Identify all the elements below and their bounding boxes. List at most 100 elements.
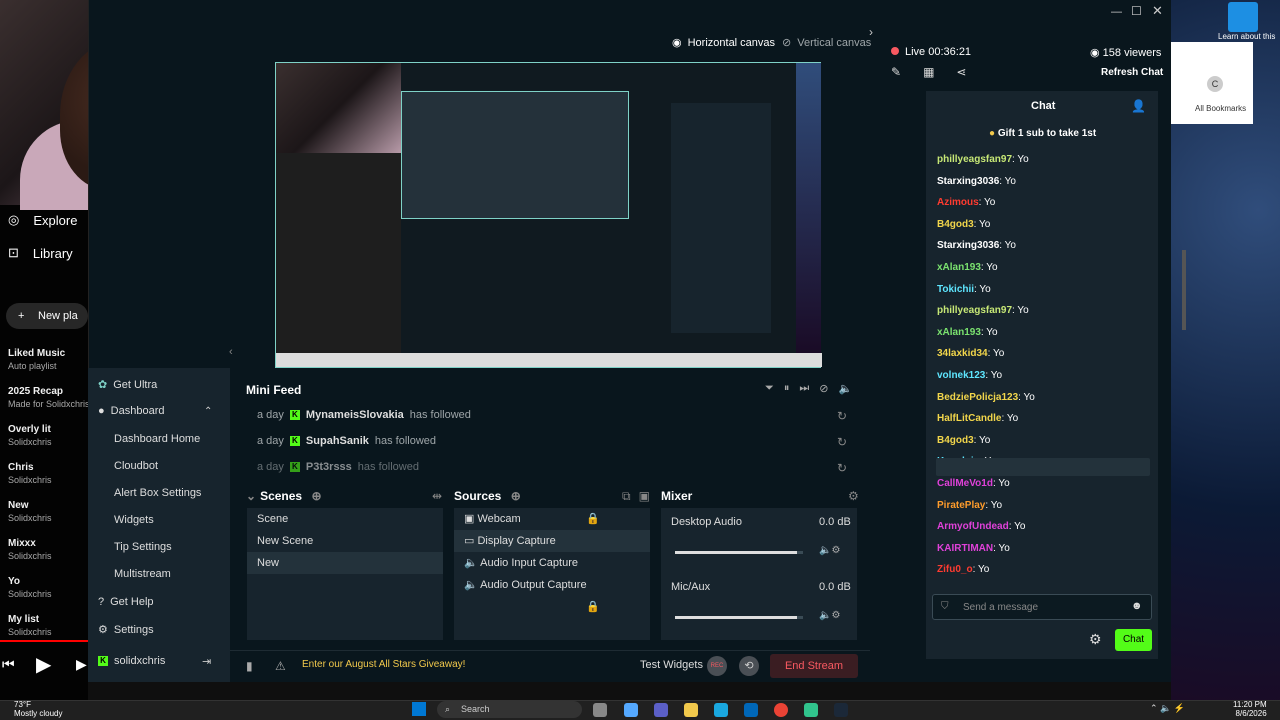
nav-get-ultra[interactable]: ✿ Get Ultra bbox=[98, 378, 157, 392]
gift-sub-banner[interactable]: ● Gift 1 sub to take 1st bbox=[989, 128, 1096, 139]
clip-icon[interactable]: ▦ bbox=[923, 65, 934, 79]
chat-username[interactable]: Zifu0_o bbox=[937, 564, 973, 575]
chat-username[interactable]: phillyeagsfan97 bbox=[937, 305, 1012, 316]
mute-alerts-icon[interactable]: ⊘ bbox=[819, 382, 828, 395]
nav-settings[interactable]: ⚙ Settings bbox=[98, 623, 154, 637]
chat-username[interactable]: BedziePolicja123 bbox=[937, 392, 1018, 403]
tab-vertical-canvas[interactable]: ⊘ Vertical canvas bbox=[782, 36, 871, 50]
playlist-item[interactable]: Liked Music Auto playlist bbox=[8, 348, 65, 371]
end-stream-button[interactable]: End Stream bbox=[770, 654, 858, 678]
pause-icon[interactable]: ⏸ bbox=[784, 382, 790, 395]
chat-username[interactable]: B4god3 bbox=[937, 435, 974, 446]
chat-send-button[interactable]: Chat bbox=[1115, 629, 1152, 651]
share-icon[interactable]: ⋖ bbox=[956, 65, 966, 79]
volume-icon[interactable]: 🔈 bbox=[838, 382, 852, 395]
filter-icon[interactable]: ⏷ bbox=[765, 382, 774, 395]
chat-username[interactable]: HalfLitCandle bbox=[937, 413, 1001, 424]
playback-progress[interactable] bbox=[0, 640, 88, 642]
tray-icons[interactable]: ⌃ 🔈 ⚡ bbox=[1150, 703, 1185, 714]
rec-button[interactable]: REC bbox=[707, 656, 727, 676]
chat-username[interactable]: Starxing3036 bbox=[937, 240, 999, 251]
nav-dashboard-home[interactable]: Dashboard Home bbox=[114, 433, 200, 445]
maximize-icon[interactable]: ☐ bbox=[1131, 4, 1142, 18]
chat-users-icon[interactable]: 👤 bbox=[1131, 99, 1146, 113]
skip-icon[interactable]: ⏭ bbox=[799, 382, 809, 395]
nav-user[interactable]: Ksolidxchris bbox=[98, 655, 165, 667]
mixer-settings-icon[interactable]: ⚙ bbox=[848, 489, 859, 503]
scene-item[interactable]: Scene bbox=[247, 508, 443, 530]
windows-start-icon[interactable] bbox=[412, 702, 426, 716]
chat-username[interactable]: ArmyofUndead bbox=[937, 521, 1009, 532]
source-audio-output[interactable]: 🔈 Audio Output Capture 🔒 bbox=[454, 574, 650, 613]
scene-item-selected[interactable]: New bbox=[247, 552, 443, 574]
taskbar-search[interactable]: ⌕ Search bbox=[437, 701, 582, 718]
edge-icon[interactable] bbox=[714, 703, 728, 717]
previous-icon[interactable]: ⏮ bbox=[2, 656, 15, 673]
playlist-item[interactable]: New Solidxchris bbox=[8, 500, 52, 523]
nav-dashboard[interactable]: ● Dashboard bbox=[98, 405, 164, 417]
chat-username[interactable]: 34laxkid34 bbox=[937, 348, 988, 359]
nav-widgets[interactable]: Widgets bbox=[114, 514, 154, 526]
stream-preview[interactable] bbox=[275, 62, 822, 368]
chat-username[interactable]: Azimous bbox=[937, 197, 979, 208]
giveaway-link[interactable]: Enter our August All Stars Giveaway! bbox=[302, 659, 465, 670]
add-source-icon[interactable]: ⊕ bbox=[511, 489, 521, 503]
weather-widget[interactable]: 73°F Mostly cloudy bbox=[14, 700, 62, 718]
steam-icon[interactable] bbox=[834, 703, 848, 717]
mute-icon[interactable]: 🔈⚙ bbox=[819, 545, 840, 556]
nav-alert-box-settings[interactable]: Alert Box Settings bbox=[114, 487, 201, 499]
chevron-up-icon[interactable]: ⌃ bbox=[204, 406, 212, 417]
volume-slider[interactable] bbox=[675, 616, 803, 619]
playlist-item[interactable]: Yo Solidxchris bbox=[8, 576, 52, 599]
close-icon[interactable]: ✕ bbox=[1152, 3, 1163, 19]
playlist-item[interactable]: My list Solidxchris bbox=[8, 614, 52, 637]
chat-username[interactable]: xAlan193 bbox=[937, 327, 981, 338]
tab-horizontal-canvas[interactable]: ◉ Horizontal canvas bbox=[672, 36, 775, 50]
minimize-icon[interactable]: — bbox=[1111, 6, 1122, 18]
source-audio-input[interactable]: 🔈 Audio Input Capture bbox=[454, 552, 650, 574]
chat-username[interactable]: phillyeagsfan97 bbox=[937, 154, 1012, 165]
edit-icon[interactable]: ✎ bbox=[891, 65, 901, 79]
chat-username[interactable]: B4god3 bbox=[937, 219, 974, 230]
playlist-item[interactable]: 2025 Recap Made for Solidxchris bbox=[8, 386, 90, 409]
stats-icon[interactable]: ▮ bbox=[246, 659, 253, 673]
streamlabs-icon[interactable] bbox=[804, 703, 818, 717]
chat-username[interactable]: CallMeVo1d bbox=[937, 478, 993, 489]
chat-scrollbar[interactable] bbox=[1182, 250, 1186, 330]
logout-icon[interactable]: ⇥ bbox=[202, 655, 211, 668]
replay-icon[interactable]: ↻ bbox=[837, 435, 847, 449]
picture-info-icon[interactable] bbox=[1228, 2, 1258, 32]
task-view-icon[interactable] bbox=[593, 703, 607, 717]
teams-icon[interactable] bbox=[654, 703, 668, 717]
all-bookmarks[interactable]: All Bookmarks bbox=[1195, 104, 1246, 113]
source-webcam[interactable]: ▣ Webcam 🔒 bbox=[454, 508, 650, 530]
scene-item[interactable]: New Scene bbox=[247, 530, 443, 552]
next-icon[interactable]: ▶ bbox=[76, 656, 87, 673]
volume-slider[interactable] bbox=[675, 551, 803, 554]
chat-username[interactable]: PiratePlay bbox=[937, 500, 985, 511]
store-icon[interactable] bbox=[744, 703, 758, 717]
playlist-item[interactable]: Chris Solidxchris bbox=[8, 462, 52, 485]
folder-icon[interactable]: ▣ bbox=[639, 489, 650, 504]
replay-buffer-icon[interactable]: ⟲ bbox=[739, 656, 759, 676]
play-icon[interactable]: ▶ bbox=[36, 652, 51, 677]
chrome-icon[interactable] bbox=[774, 703, 788, 717]
chat-username[interactable]: volnek123 bbox=[937, 370, 985, 381]
chat-username[interactable]: KAIRTIMAN bbox=[937, 543, 993, 554]
playlist-item[interactable]: Mixxx Solidxchris bbox=[8, 538, 52, 561]
profile-avatar[interactable]: C bbox=[1207, 76, 1223, 92]
nav-get-help[interactable]: ? Get Help bbox=[98, 596, 154, 608]
replay-icon[interactable]: ↻ bbox=[837, 461, 847, 475]
chat-username[interactable]: xAlan193 bbox=[937, 262, 981, 273]
chat-username[interactable]: Tokichii bbox=[937, 284, 974, 295]
clock[interactable]: 11:20 PM 8/6/2026 bbox=[1233, 700, 1267, 718]
chat-input[interactable]: ⛉ Send a message ☻ bbox=[932, 594, 1152, 620]
transitions-icon[interactable]: ⇹ bbox=[432, 489, 442, 503]
copilot-icon[interactable] bbox=[624, 703, 638, 717]
collapse-chevron-icon[interactable]: ‹ bbox=[229, 346, 233, 358]
emoji-icon[interactable]: ☻ bbox=[1131, 600, 1143, 612]
new-playlist-button[interactable]: + New pla bbox=[6, 303, 88, 329]
nav-tip-settings[interactable]: Tip Settings bbox=[114, 541, 172, 553]
add-scene-icon[interactable]: ⊕ bbox=[311, 489, 321, 503]
replay-icon[interactable]: ↻ bbox=[837, 409, 847, 423]
